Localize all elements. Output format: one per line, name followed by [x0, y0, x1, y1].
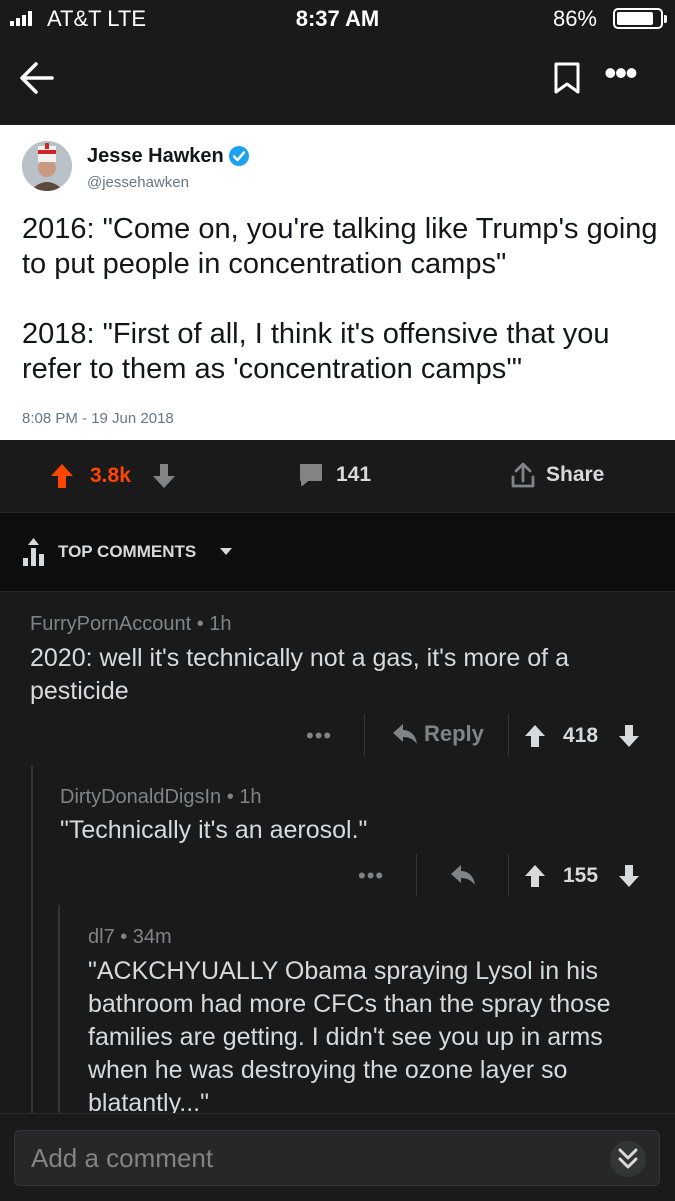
top-sort-icon [23, 538, 44, 566]
comment-more-button[interactable]: ••• [358, 863, 384, 889]
comment-body: "Technically it's an aerosol." [60, 816, 368, 844]
tweet-embed[interactable]: Jesse Hawken @jessehawken 2016: "Come on… [0, 125, 675, 440]
comment-more-button[interactable]: ••• [306, 723, 332, 749]
thread-line[interactable] [31, 765, 33, 1113]
comment-body: 2020: well it's technically not a gas, i… [30, 644, 569, 705]
sort-label: TOP COMMENTS [58, 542, 197, 561]
reply-arrow-icon[interactable] [450, 864, 476, 886]
comment-author[interactable]: dl7 • 34m [88, 926, 172, 949]
comment-body: "ACKCHYUALLY Obama spraying Lysol in his… [88, 957, 611, 1117]
divider [416, 854, 417, 896]
comment-sort-bar[interactable]: TOP COMMENTS [0, 513, 675, 592]
verified-badge-icon [229, 146, 249, 166]
comment-score: 155 [563, 864, 599, 887]
tweet-author-handle: @jessehawken [87, 174, 189, 191]
reply-arrow-icon [393, 724, 417, 744]
upvote-icon[interactable] [524, 864, 546, 888]
post-action-bar: 3.8k 141 Share [0, 440, 675, 513]
divider [364, 714, 365, 756]
comment-bubble-icon [300, 464, 322, 486]
back-button[interactable] [16, 58, 58, 98]
share-icon [511, 462, 535, 488]
downvote-icon[interactable] [618, 864, 640, 888]
tweet-author-name: Jesse Hawken [87, 145, 224, 167]
comment-score: 418 [563, 724, 599, 747]
divider [508, 854, 509, 896]
double-chevron-down-icon[interactable] [608, 1140, 648, 1178]
reply-button[interactable]: Reply [392, 721, 484, 747]
comment-author[interactable]: DirtyDonaldDigsIn • 1h [60, 786, 262, 809]
arrow-left-icon [20, 62, 54, 94]
bookmark-icon [554, 62, 580, 94]
save-button[interactable] [552, 58, 582, 98]
more-options-button[interactable]: ••• [604, 55, 644, 98]
share-button[interactable]: Share [508, 460, 604, 490]
divider [508, 714, 509, 756]
downvote-icon[interactable] [618, 724, 640, 748]
upvote-icon[interactable] [524, 724, 546, 748]
upvote-icon[interactable] [50, 463, 74, 489]
comment-composer [0, 1113, 675, 1201]
downvote-icon[interactable] [152, 463, 176, 489]
comment-count: 141 [336, 463, 372, 486]
tweet-timestamp: 8:08 PM - 19 Jun 2018 [22, 410, 174, 427]
share-label: Share [546, 463, 605, 486]
add-comment-input[interactable] [14, 1130, 660, 1186]
comments-button[interactable]: 141 [298, 462, 371, 488]
chevron-down-icon [220, 548, 232, 555]
reply-label: Reply [424, 721, 484, 746]
battery-percent: 86% [552, 6, 597, 31]
tweet-text: 2016: "Come on, you're talking like Trum… [22, 213, 658, 385]
post-score: 3.8k [90, 464, 131, 487]
avatar [22, 141, 72, 191]
comment-author[interactable]: FurryPornAccount • 1h [30, 613, 232, 636]
top-nav: ••• [0, 38, 675, 125]
status-bar: AT&T LTE 8:37 AM 86% [0, 0, 675, 38]
battery-icon [613, 8, 667, 29]
thread-line[interactable] [58, 905, 60, 1113]
